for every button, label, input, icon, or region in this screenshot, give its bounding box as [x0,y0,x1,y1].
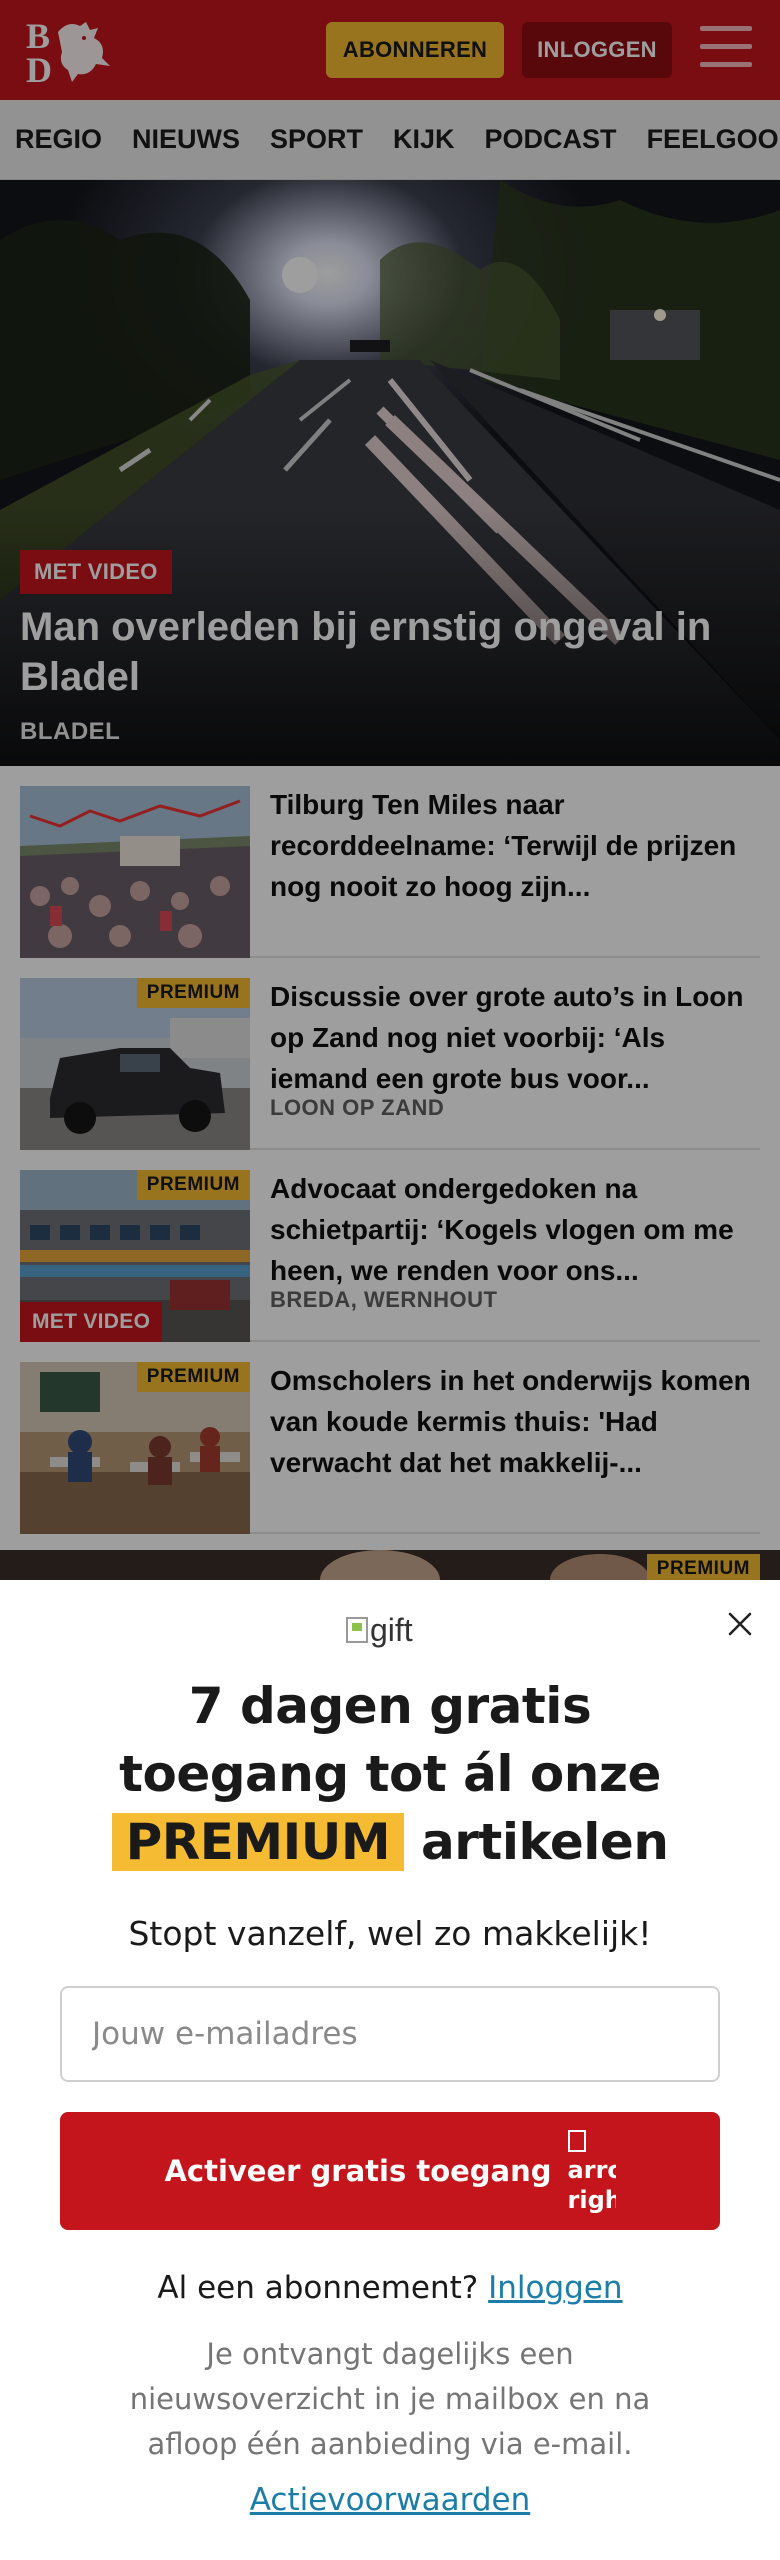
modal-subtitle: Stopt vanzelf, wel zo makkelijk! [128,1914,652,1953]
dim-overlay[interactable] [0,0,780,1580]
arrow-right-icon: arrow-right [567,2125,616,2217]
modal-title: 7 dagen gratis toegang tot ál onze PREMI… [40,1672,740,1876]
email-field[interactable] [60,1986,720,2082]
login-prompt: Al een abonnement? Inloggen [157,2270,623,2306]
info-text: Je ontvangt dagelijks een nieuwsoverzich… [129,2337,651,2461]
terms-link[interactable]: Actievoorwaarden [40,2482,740,2518]
gift-icon: gift [346,1610,413,1650]
activate-trial-button[interactable]: Activeer gratis toegang arrow-right [60,2112,720,2230]
premium-trial-modal: gift 7 dagen gratis toegang tot ál onze … [0,1580,780,2560]
login-link[interactable]: Inloggen [488,2270,622,2306]
premium-highlight: PREMIUM [111,1813,405,1871]
close-icon[interactable] [720,1604,760,1644]
